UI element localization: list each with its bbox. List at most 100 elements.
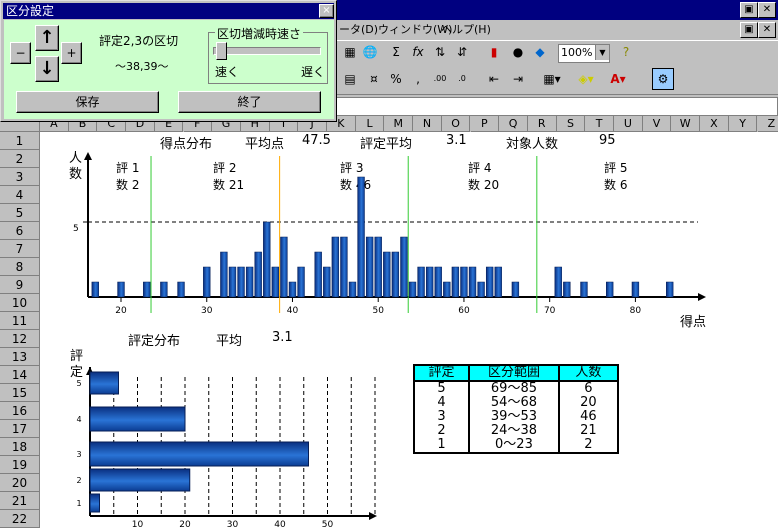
row-header[interactable]: 18 bbox=[0, 438, 40, 456]
score-bar bbox=[340, 237, 347, 297]
column-header[interactable]: Y bbox=[729, 116, 758, 132]
decrease-decimal-icon[interactable]: .0 bbox=[452, 68, 472, 90]
row-header[interactable]: 3 bbox=[0, 168, 40, 186]
column-header[interactable]: R bbox=[528, 116, 557, 132]
column-header[interactable]: L bbox=[356, 116, 385, 132]
speed-slider-track[interactable] bbox=[213, 47, 321, 55]
row-header[interactable]: 9 bbox=[0, 276, 40, 294]
x-tick-label: 30 bbox=[227, 520, 239, 527]
score-bar bbox=[272, 267, 279, 297]
row-header[interactable]: 4 bbox=[0, 186, 40, 204]
worksheet-grid[interactable]: 得点分布 平均点 47.5 評定平均 3.1 対象人数 95 人数 得点 5 評… bbox=[40, 132, 778, 527]
column-header[interactable]: U bbox=[614, 116, 643, 132]
restore-doc-button[interactable]: ▣ bbox=[740, 22, 758, 38]
table-cell: 4 bbox=[414, 396, 469, 410]
column-header[interactable]: X bbox=[700, 116, 729, 132]
row-header[interactable]: 16 bbox=[0, 402, 40, 420]
table-cell: 3 bbox=[414, 410, 469, 424]
score-bar bbox=[220, 252, 227, 297]
table-cell: 6 bbox=[559, 381, 618, 396]
globe-icon[interactable]: 🌐 bbox=[360, 41, 380, 63]
font-color-icon[interactable]: A▾ bbox=[604, 68, 632, 90]
row-header[interactable]: 12 bbox=[0, 330, 40, 348]
row-header[interactable]: 10 bbox=[0, 294, 40, 312]
map-icon[interactable]: ▦ bbox=[340, 41, 360, 63]
column-header[interactable]: V bbox=[643, 116, 672, 132]
slow-label: 遅く bbox=[301, 63, 325, 80]
down-arrow-button[interactable]: ↓ bbox=[35, 56, 59, 82]
row-header[interactable]: 19 bbox=[0, 456, 40, 474]
column-header[interactable]: Z bbox=[758, 116, 778, 132]
speed-groupbox: 区切増減時速さ 速く 遅く bbox=[208, 32, 328, 84]
row-header[interactable]: 22 bbox=[0, 510, 40, 528]
save-button[interactable]: 保存 bbox=[16, 91, 159, 113]
row-header[interactable]: 1 bbox=[0, 132, 40, 150]
sort-descending-icon[interactable]: ⇵ bbox=[452, 41, 472, 63]
decrease-indent-icon[interactable]: ⇤ bbox=[484, 68, 504, 90]
menu-data[interactable]: ータ(D) bbox=[339, 22, 378, 38]
row-header[interactable]: 5 bbox=[0, 204, 40, 222]
speed-slider-thumb[interactable] bbox=[216, 42, 227, 60]
up-arrow-button[interactable]: ↑ bbox=[35, 25, 59, 51]
close-window-button[interactable]: ✕ bbox=[758, 2, 776, 18]
column-header[interactable]: W bbox=[671, 116, 700, 132]
currency-icon[interactable]: ¤ bbox=[364, 68, 384, 90]
column-header[interactable]: O bbox=[442, 116, 471, 132]
row-header[interactable]: 8 bbox=[0, 258, 40, 276]
row-header[interactable]: 6 bbox=[0, 222, 40, 240]
score-bar bbox=[238, 267, 245, 297]
sort-ascending-icon[interactable]: ⇅ bbox=[430, 41, 450, 63]
row-header[interactable]: 11 bbox=[0, 312, 40, 330]
chevron-down-icon[interactable]: ▼ bbox=[595, 45, 609, 60]
borders-icon[interactable]: ▦▾ bbox=[538, 68, 566, 90]
table-row: 569〜856 bbox=[414, 381, 618, 396]
help-icon[interactable]: ? bbox=[616, 41, 636, 63]
function-icon[interactable]: fx bbox=[408, 41, 428, 63]
score-bar bbox=[298, 267, 305, 297]
drawing-icon[interactable]: ◆ bbox=[530, 41, 550, 63]
column-header[interactable]: M bbox=[384, 116, 413, 132]
row-header[interactable]: 2 bbox=[0, 150, 40, 168]
row-header[interactable]: 7 bbox=[0, 240, 40, 258]
map-globe-icon[interactable]: ● bbox=[508, 41, 528, 63]
row-header[interactable]: 13 bbox=[0, 348, 40, 366]
x-tick-label: 70 bbox=[544, 306, 556, 316]
autosum-icon[interactable]: Σ bbox=[386, 41, 406, 63]
row-headers: 12345678910111213141516171819202122 bbox=[0, 132, 40, 527]
comma-icon[interactable]: , bbox=[408, 68, 428, 90]
row-header[interactable]: 17 bbox=[0, 420, 40, 438]
row-header[interactable]: 20 bbox=[0, 474, 40, 492]
table-row: 454〜6820 bbox=[414, 396, 618, 410]
score-bar bbox=[478, 282, 485, 297]
column-header[interactable]: Q bbox=[499, 116, 528, 132]
merge-center-icon[interactable]: ▤ bbox=[340, 68, 360, 90]
row-header[interactable]: 21 bbox=[0, 492, 40, 510]
score-chart-axes: 20304050607080 bbox=[40, 132, 778, 332]
column-header[interactable]: T bbox=[585, 116, 614, 132]
chart-wizard-icon[interactable]: ▮ bbox=[484, 41, 504, 63]
fast-label: 速く bbox=[215, 63, 239, 80]
menu-help[interactable]: ヘルプ(H) bbox=[441, 22, 491, 38]
increase-indent-icon[interactable]: ⇥ bbox=[508, 68, 528, 90]
fill-color-icon[interactable]: ◈▾ bbox=[572, 68, 600, 90]
grade-category-label: 3 bbox=[76, 450, 81, 459]
custom-macro-icon[interactable]: ⚙ bbox=[652, 68, 674, 90]
dialog-close-button[interactable]: × bbox=[319, 4, 334, 18]
close-doc-button[interactable]: ✕ bbox=[758, 22, 776, 38]
plus-button[interactable]: + bbox=[61, 42, 82, 64]
column-header[interactable]: S bbox=[557, 116, 586, 132]
minus-button[interactable]: − bbox=[10, 42, 31, 64]
increase-decimal-icon[interactable]: .00 bbox=[430, 68, 450, 90]
column-header[interactable]: N bbox=[413, 116, 442, 132]
table-cell: 5 bbox=[414, 381, 469, 396]
zoom-select[interactable]: 100% ▼ bbox=[558, 44, 610, 63]
row-header[interactable]: 14 bbox=[0, 366, 40, 384]
row-header[interactable]: 15 bbox=[0, 384, 40, 402]
dialog-title-bar: 区分設定 × bbox=[3, 3, 334, 19]
grade-chart-axes: 123451020304050 bbox=[40, 345, 420, 527]
score-bar bbox=[255, 252, 262, 297]
percent-icon[interactable]: % bbox=[386, 68, 406, 90]
end-button[interactable]: 終了 bbox=[178, 91, 321, 113]
restore-window-button[interactable]: ▣ bbox=[740, 2, 758, 18]
column-header[interactable]: P bbox=[471, 116, 500, 132]
